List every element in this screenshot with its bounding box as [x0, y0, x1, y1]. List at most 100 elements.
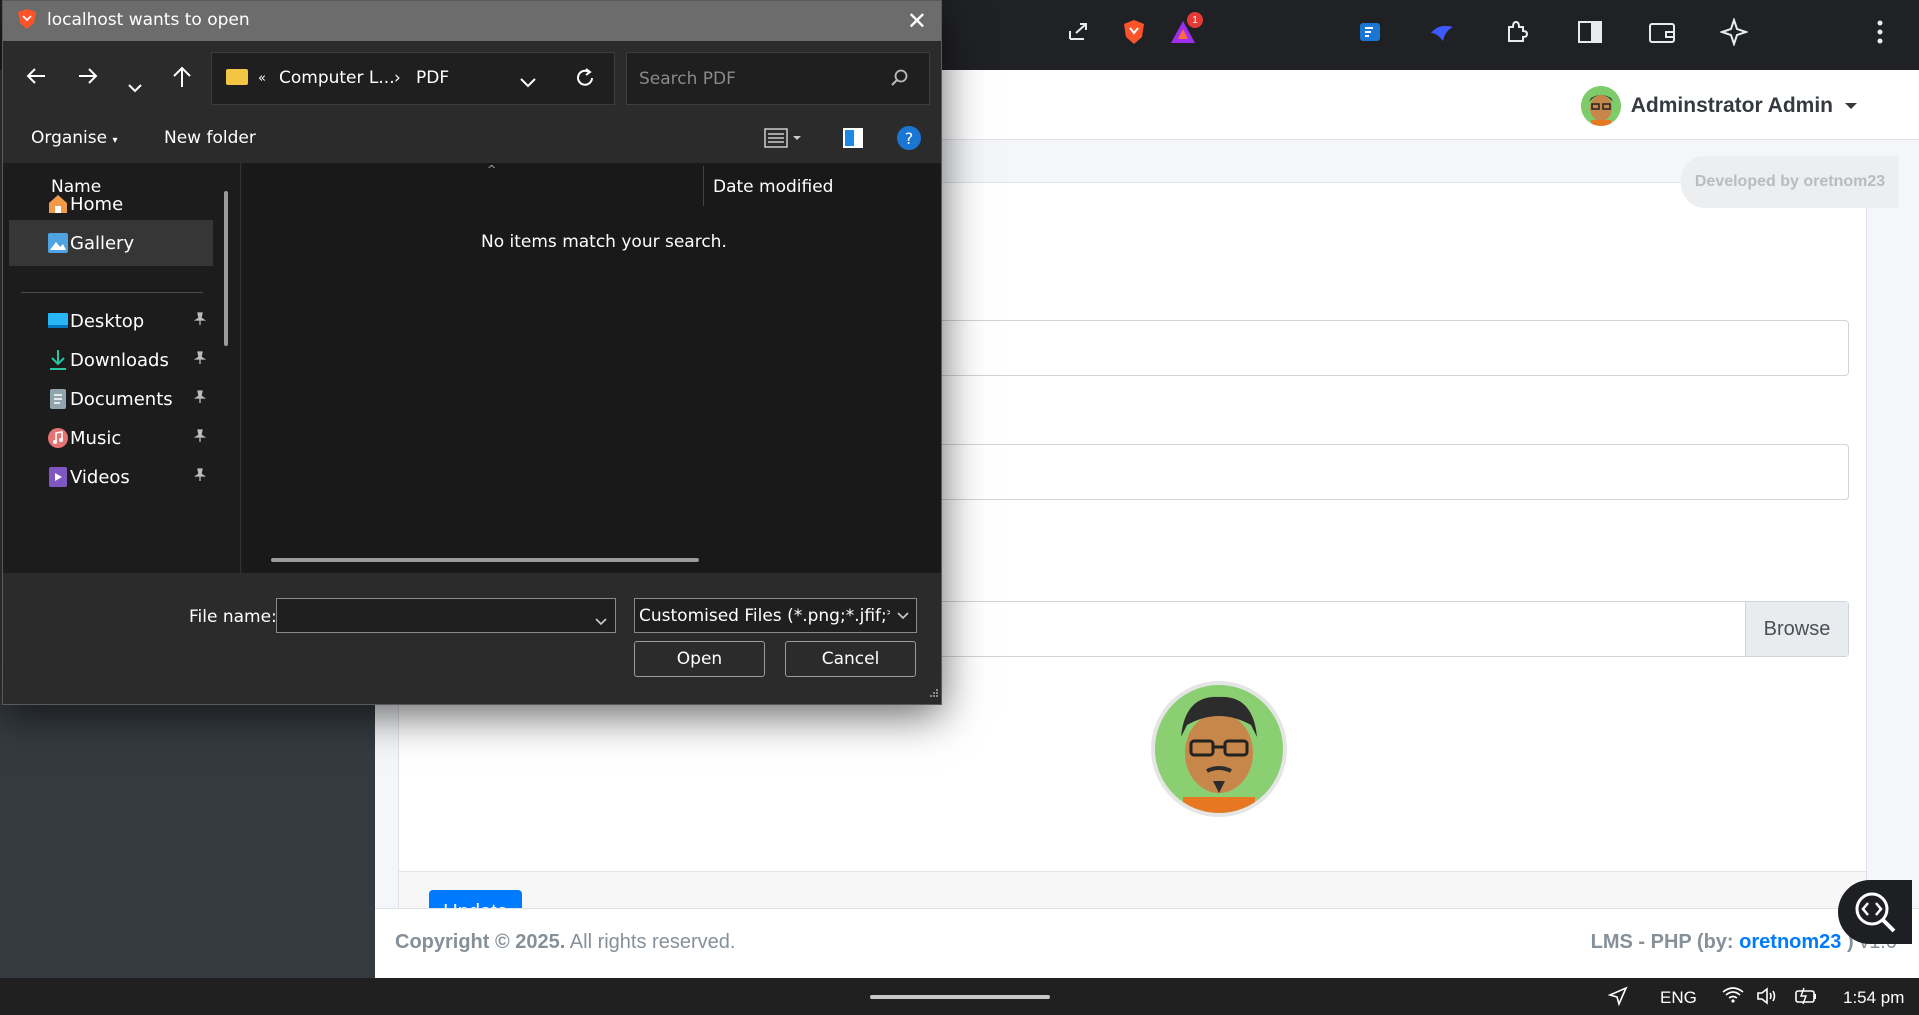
copyright-rest: All rights reserved.: [565, 931, 736, 953]
sort-up-icon: ^: [487, 163, 497, 176]
pin-icon: [193, 390, 207, 408]
volume-icon[interactable]: [1756, 986, 1778, 1011]
breadcrumb-separator: ›: [394, 68, 401, 88]
column-divider[interactable]: [703, 166, 704, 206]
videos-icon: [47, 466, 69, 488]
recent-chevron-down-icon[interactable]: [127, 71, 143, 99]
file-type-filter-value: Customised Files (*.png;*.jfif;*.p: [639, 606, 912, 626]
nav-scrollbar[interactable]: [224, 191, 228, 346]
chevron-down-icon: [1845, 103, 1857, 109]
copyright-year: Copyright © 2025.: [395, 931, 566, 953]
sidebar-toggle-icon[interactable]: [1572, 14, 1608, 50]
address-overflow[interactable]: «: [258, 71, 266, 86]
search-placeholder: Search PDF: [639, 69, 736, 89]
file-name-label: File name:: [189, 607, 277, 627]
extension-blue-icon[interactable]: [1352, 14, 1388, 50]
forward-arrow-icon[interactable]: [77, 65, 99, 93]
empty-message: No items match your search.: [481, 232, 727, 252]
user-menu[interactable]: Adminstrator Admin: [1580, 86, 1857, 126]
nav-item-videos[interactable]: Videos: [9, 454, 213, 500]
address-bar[interactable]: « Computer L... › PDF: [211, 52, 615, 105]
organise-menu[interactable]: Organise ▾: [31, 128, 118, 148]
music-icon: [47, 427, 69, 449]
folder-icon: [226, 69, 248, 85]
taskbar: ENG 1:54 pm: [0, 978, 1919, 1015]
file-type-filter[interactable]: Customised Files (*.png;*.jfif;*.p: [634, 598, 917, 633]
user-avatar: [1580, 86, 1621, 126]
documents-icon: [47, 388, 69, 410]
svg-text:?: ?: [905, 129, 914, 148]
home-icon: [47, 193, 69, 215]
open-button[interactable]: Open: [634, 641, 765, 677]
menu-dots-icon[interactable]: [1862, 14, 1898, 50]
wifi-icon[interactable]: [1722, 986, 1744, 1009]
filter-chevron-down-icon: [890, 599, 916, 632]
code-search-icon: [1855, 892, 1896, 933]
extensions-puzzle-icon[interactable]: [1498, 14, 1534, 50]
file-name-input[interactable]: [276, 598, 616, 633]
author-link[interactable]: oretnom23: [1739, 931, 1841, 953]
file-list-pane: [243, 163, 941, 573]
nav-item-label: Downloads: [70, 349, 169, 371]
language-indicator[interactable]: ENG: [1660, 988, 1697, 1008]
nav-divider: [21, 292, 203, 293]
share-icon[interactable]: [1061, 14, 1097, 50]
up-arrow-icon[interactable]: [171, 65, 193, 95]
dialog-titlebar[interactable]: localhost wants to open ✕: [3, 1, 941, 41]
gallery-icon: [47, 232, 69, 254]
cancel-button[interactable]: Cancel: [785, 641, 916, 677]
view-options-icon[interactable]: [763, 127, 803, 154]
user-name: Adminstrator Admin: [1630, 94, 1833, 117]
refresh-icon[interactable]: [574, 67, 596, 93]
dialog-title: localhost wants to open: [47, 10, 250, 30]
nav-item-gallery[interactable]: Gallery: [9, 220, 213, 266]
search-input[interactable]: Search PDF: [626, 52, 930, 105]
desktop-icon: [47, 310, 69, 332]
help-icon[interactable]: ?: [896, 125, 922, 156]
resize-grip-icon[interactable]: [929, 683, 939, 702]
nav-item-label: Gallery: [70, 232, 135, 254]
battery-icon[interactable]: [1794, 986, 1818, 1011]
horizontal-scrollbar[interactable]: [271, 558, 699, 562]
close-icon[interactable]: ✕: [907, 7, 927, 35]
back-arrow-icon[interactable]: [25, 65, 47, 93]
preview-pane-icon[interactable]: [841, 126, 865, 155]
home-indicator[interactable]: [870, 995, 1050, 999]
leo-ai-icon[interactable]: [1716, 14, 1752, 50]
column-header-date-modified[interactable]: Date modified: [713, 177, 833, 197]
nav-item-label: Videos: [70, 466, 130, 488]
breadcrumb-computer[interactable]: Computer L...: [279, 68, 395, 88]
clock[interactable]: 1:54 pm: [1843, 988, 1904, 1008]
notification-badge: 1: [1187, 12, 1203, 28]
code-search-button[interactable]: [1838, 880, 1912, 944]
pin-icon: [193, 351, 207, 369]
command-bar: Organise ▾ New folder ?: [3, 115, 941, 163]
page-footer: Copyright © 2025. All rights reserved. L…: [375, 908, 1919, 978]
brave-shield-icon[interactable]: [1116, 14, 1152, 50]
download-icon: [47, 349, 69, 371]
nav-item-label: Documents: [70, 388, 173, 410]
brave-rewards-icon[interactable]: 1: [1165, 12, 1203, 50]
dialog-footer: File name: Customised Files (*.png;*.jfi…: [3, 573, 941, 704]
developer-badge: Developed by oretnom23: [1681, 156, 1899, 208]
extension-bird-icon[interactable]: [1424, 14, 1460, 50]
location-icon[interactable]: [1607, 986, 1628, 1011]
app-name: LMS - PHP (by:: [1590, 931, 1740, 953]
breadcrumb-pdf[interactable]: PDF: [416, 68, 449, 88]
wallet-icon[interactable]: [1644, 14, 1680, 50]
browse-button[interactable]: Browse: [1745, 602, 1848, 656]
chevron-down-icon: ▾: [112, 135, 118, 146]
organise-label: Organise: [31, 128, 108, 148]
nav-item-label: Music: [70, 427, 122, 449]
new-folder-button[interactable]: New folder: [164, 128, 256, 148]
brave-logo-icon: [18, 9, 36, 29]
file-open-dialog: localhost wants to open ✕ « Computer L..…: [2, 0, 942, 705]
address-row: « Computer L... › PDF Search PDF: [3, 41, 941, 115]
pin-icon: [193, 468, 207, 486]
pin-icon: [193, 312, 207, 330]
nav-item-label: Desktop: [70, 310, 145, 332]
copyright-text: Copyright © 2025. All rights reserved.: [395, 931, 735, 954]
address-chevron-down-icon[interactable]: [520, 73, 536, 92]
file-name-chevron-down-icon[interactable]: [595, 611, 607, 630]
profile-avatar-preview: [1151, 681, 1287, 817]
